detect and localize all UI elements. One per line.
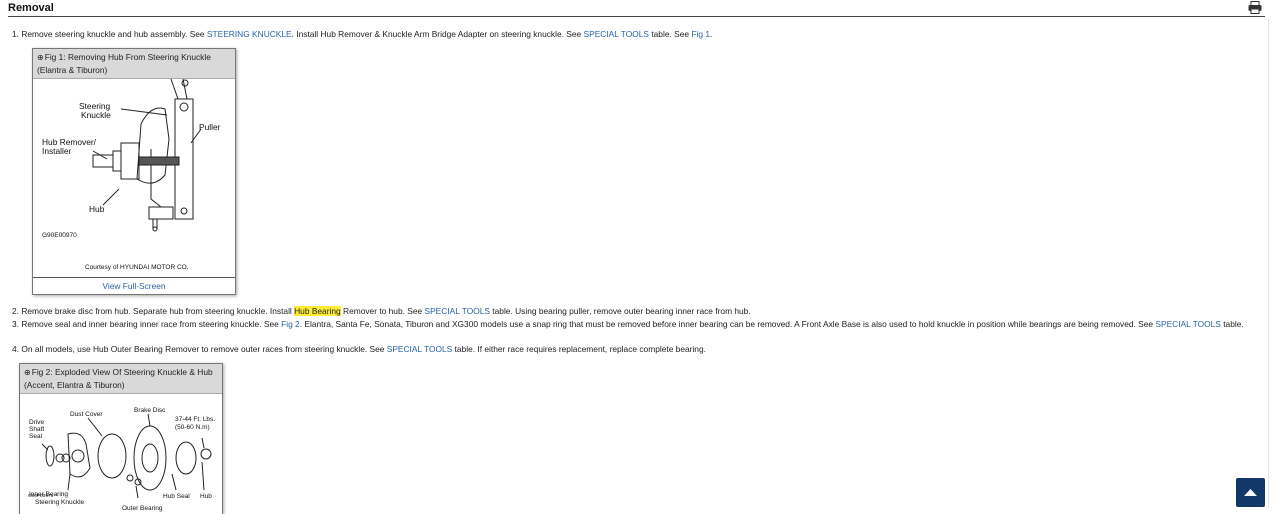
step-text: . Elantra, Santa Fe, Sonata, Tiburon and… <box>299 319 1156 329</box>
figure-1: ⊕Fig 1: Removing Hub From Steering Knuck… <box>32 48 236 295</box>
label-dust-cover: Dust Cover <box>70 411 103 418</box>
step-text: . <box>710 29 713 39</box>
view-full-screen-link[interactable]: View Full-Screen <box>102 281 165 291</box>
highlighted-term: Hub Bearing <box>294 306 341 316</box>
label-brake-disc: Brake Disc <box>134 407 166 414</box>
label-puller: Puller <box>199 122 221 132</box>
steering-knuckle-link[interactable]: STEERING KNUCKLE <box>207 29 292 39</box>
label-torque: 37-44 Ft. Lbs. <box>175 416 215 423</box>
fig-2-link[interactable]: Fig 2 <box>281 319 300 329</box>
label-seal: Seal <box>29 433 43 440</box>
label-torque-metric: (50-60 N.m) <box>175 424 210 431</box>
step-2: 2. Remove brake disc from hub. Separate … <box>12 305 751 317</box>
step-text: table. See <box>649 29 692 39</box>
step-3: 3. Remove seal and inner bearing inner r… <box>12 318 1260 330</box>
label-drive: Drive <box>29 419 45 426</box>
special-tools-link[interactable]: SPECIAL TOOLS <box>1155 319 1220 329</box>
scrollbar-track[interactable] <box>1268 18 1275 508</box>
step-number: 4. <box>12 344 19 354</box>
step-text: On all models, use Hub Outer Bearing Rem… <box>19 344 387 354</box>
step-1: 1. Remove steering knuckle and hub assem… <box>12 28 712 40</box>
label-knuckle: Knuckle <box>81 110 111 120</box>
label-hub-seal: Hub Seal <box>163 493 190 500</box>
label-hub: Hub <box>200 493 212 500</box>
zoom-in-icon[interactable]: ⊕ <box>24 368 31 377</box>
step-4: 4. On all models, use Hub Outer Bearing … <box>12 343 706 355</box>
step-number: 3. <box>12 319 19 329</box>
figure-1-title: Fig 1: Removing Hub From Steering Knuckl… <box>37 52 211 75</box>
figure-courtesy: Courtesy of HYUNDAI MOTOR CO. <box>85 264 189 271</box>
step-text: . Install Hub Remover & Knuckle Arm Brid… <box>291 29 584 39</box>
step-number: 2. <box>12 306 19 316</box>
step-text: table. <box>1220 319 1244 329</box>
figure-2: ⊕Fig 2: Exploded View Of Steering Knuckl… <box>19 363 223 514</box>
figure-1-caption: ⊕Fig 1: Removing Hub From Steering Knuck… <box>33 49 235 79</box>
figure-code: G90E00970 <box>42 232 77 239</box>
step-text: Remove brake disc from hub. Separate hub… <box>19 306 295 316</box>
step-text: Remover to hub. See <box>340 306 425 316</box>
figure-1-diagram: Steering Knuckle Puller Hub Remover/ Ins… <box>42 79 221 271</box>
fig-1-link[interactable]: Fig 1 <box>691 29 710 39</box>
back-to-top-button[interactable] <box>1236 478 1265 507</box>
special-tools-link[interactable]: SPECIAL TOOLS <box>584 29 649 39</box>
special-tools-link[interactable]: SPECIAL TOOLS <box>424 306 489 316</box>
step-text: Remove seal and inner bearing inner race… <box>19 319 282 329</box>
special-tools-link[interactable]: SPECIAL TOOLS <box>387 344 452 354</box>
label-shaft: Shaft <box>29 426 44 433</box>
chevron-up-icon <box>1244 489 1257 496</box>
step-text: table. If either race requires replaceme… <box>452 344 706 354</box>
figure-1-footer: View Full-Screen <box>33 277 235 294</box>
section-title: Removal <box>8 2 54 14</box>
label-steering-knuckle: Steering Knuckle <box>35 499 85 506</box>
step-number: 1. <box>12 29 19 39</box>
figure-2-code: G90F00971 <box>28 494 54 499</box>
figure-2-caption: ⊕Fig 2: Exploded View Of Steering Knuckl… <box>20 364 222 394</box>
label-hub: Hub <box>89 204 105 214</box>
section-header: Removal <box>8 0 1265 17</box>
label-outer-bearing: Outer Bearing <box>122 505 163 512</box>
label-installer: Installer <box>42 146 72 156</box>
step-text: Remove steering knuckle and hub assembly… <box>19 29 207 39</box>
printer-icon[interactable] <box>1248 1 1262 14</box>
figure-2-title: Fig 2: Exploded View Of Steering Knuckle… <box>24 367 213 390</box>
step-text: table. Using bearing puller, remove oute… <box>489 306 751 316</box>
zoom-in-icon[interactable]: ⊕ <box>37 53 44 62</box>
